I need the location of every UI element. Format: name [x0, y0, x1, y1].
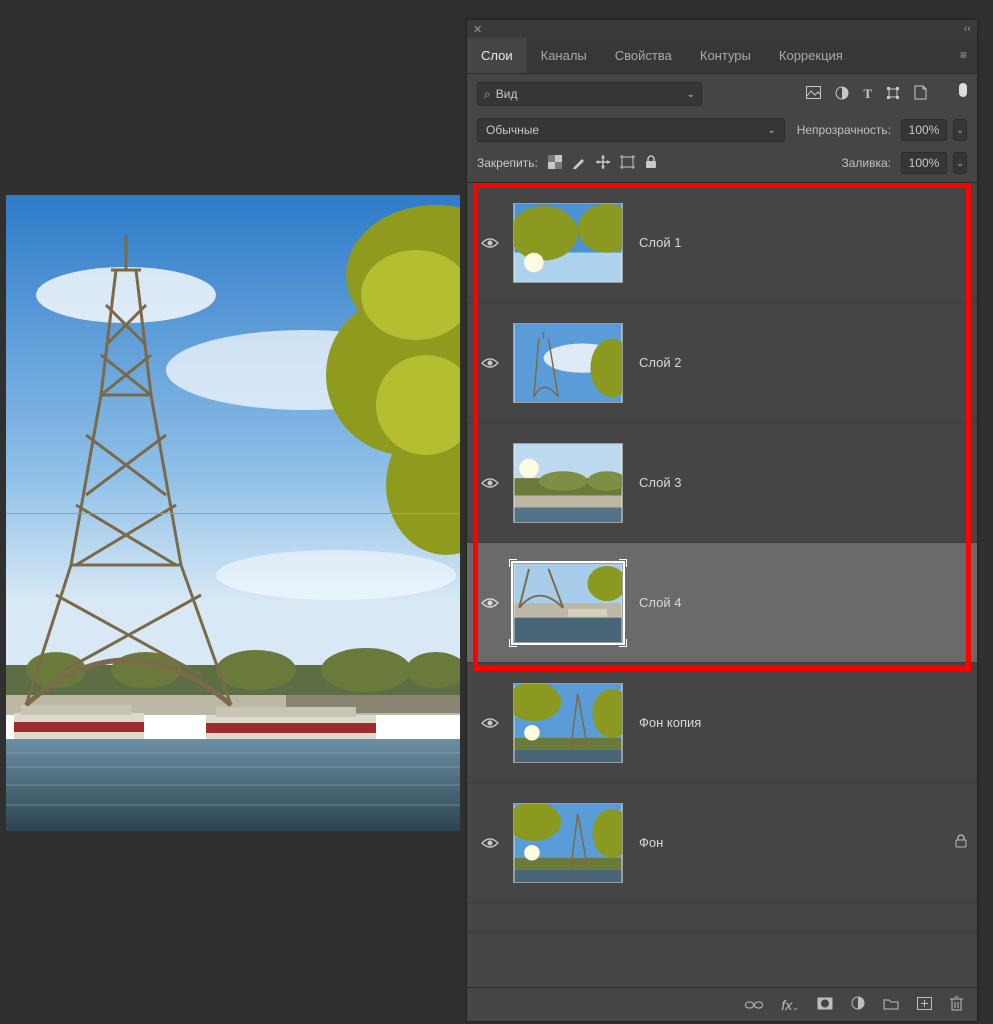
visibility-toggle[interactable] — [477, 230, 503, 256]
blend-mode-value: Обычные — [486, 123, 539, 137]
visibility-toggle[interactable] — [477, 350, 503, 376]
filter-toggle[interactable] — [959, 83, 967, 97]
add-mask-icon[interactable] — [817, 997, 833, 1013]
opacity-label: Непрозрачность: — [791, 123, 895, 137]
tab-adjustments[interactable]: Коррекция — [765, 38, 857, 73]
layer-list: Слой 1 Слой 2 Слой 3 — [467, 182, 977, 987]
layer-thumbnail[interactable] — [513, 323, 623, 403]
lock-transparency-icon[interactable] — [548, 155, 562, 172]
layers-panel: ✕ ‹‹ Слои Каналы Свойства Контуры Коррек… — [467, 20, 977, 1021]
fill-dropdown[interactable]: ⌄ — [953, 152, 967, 174]
visibility-toggle[interactable] — [477, 710, 503, 736]
filter-type-value: Вид — [496, 87, 518, 101]
layer-row[interactable]: Слой 2 — [467, 303, 977, 423]
adjust-filter-icon[interactable] — [835, 86, 849, 103]
chevron-down-icon: ⌄ — [687, 89, 695, 100]
layer-thumbnail[interactable] — [513, 803, 623, 883]
layer-row[interactable]: Фон копия — [467, 663, 977, 783]
opacity-value[interactable]: 100% — [901, 119, 947, 141]
text-filter-icon[interactable]: T — [863, 86, 872, 102]
visibility-toggle[interactable] — [477, 590, 503, 616]
layer-name: Слой 3 — [639, 475, 681, 490]
delete-layer-icon[interactable] — [950, 996, 963, 1014]
lock-artboard-icon[interactable] — [620, 155, 635, 172]
filter-type-select[interactable]: ⌕ Вид ⌄ — [477, 82, 702, 106]
search-icon: ⌕ — [484, 87, 491, 102]
close-icon[interactable]: ✕ — [473, 23, 482, 36]
layer-name: Фон — [639, 835, 663, 850]
panel-bottom-bar: fx⌄ — [467, 987, 977, 1021]
smart-filter-icon[interactable] — [914, 85, 927, 103]
guide-line — [6, 513, 460, 514]
panel-tabs: Слои Каналы Свойства Контуры Коррекция ≡ — [467, 38, 977, 74]
tab-paths[interactable]: Контуры — [686, 38, 765, 73]
lock-label: Закрепить: — [477, 156, 538, 170]
new-layer-icon[interactable] — [917, 997, 932, 1013]
empty-row — [467, 903, 977, 933]
layer-row[interactable]: Слой 3 — [467, 423, 977, 543]
opacity-dropdown[interactable]: ⌄ — [953, 119, 967, 141]
layer-row-selected[interactable]: Слой 4 — [467, 543, 977, 663]
chevron-down-icon: ⌄ — [767, 125, 775, 136]
new-group-icon[interactable] — [883, 997, 899, 1013]
panel-menu-icon[interactable]: ≡ — [950, 38, 977, 73]
layer-name: Слой 1 — [639, 235, 681, 250]
layer-thumbnail[interactable] — [513, 563, 623, 643]
layer-thumbnail[interactable] — [513, 203, 623, 283]
layer-row[interactable]: Слой 1 — [467, 183, 977, 303]
blend-mode-select[interactable]: Обычные ⌄ — [477, 118, 785, 142]
tab-layers[interactable]: Слои — [467, 38, 527, 73]
canvas-image[interactable] — [6, 195, 460, 831]
visibility-toggle[interactable] — [477, 830, 503, 856]
link-layers-icon[interactable] — [745, 997, 763, 1013]
layer-name: Фон копия — [639, 715, 701, 730]
lock-row: Закрепить: Заливка: 100% ⌄ — [467, 148, 977, 182]
lock-position-icon[interactable] — [596, 155, 610, 172]
image-filter-icon[interactable] — [806, 86, 821, 102]
panel-topbar: ✕ ‹‹ — [467, 20, 977, 38]
layer-name: Слой 2 — [639, 355, 681, 370]
blend-row: Обычные ⌄ Непрозрачность: 100% ⌄ — [467, 114, 977, 148]
filter-row: ⌕ Вид ⌄ T — [467, 74, 977, 114]
lock-pixels-icon[interactable] — [572, 155, 586, 172]
lock-icon — [955, 834, 967, 851]
adjustment-layer-icon[interactable] — [851, 996, 865, 1013]
fill-value[interactable]: 100% — [901, 152, 947, 174]
collapse-icon[interactable]: ‹‹ — [964, 23, 971, 35]
fill-label: Заливка: — [835, 156, 895, 170]
layer-row[interactable]: Фон — [467, 783, 977, 903]
shape-filter-icon[interactable] — [886, 86, 900, 103]
tab-properties[interactable]: Свойства — [601, 38, 686, 73]
tab-channels[interactable]: Каналы — [527, 38, 601, 73]
layer-effects-icon[interactable]: fx⌄ — [781, 997, 799, 1013]
layer-thumbnail[interactable] — [513, 683, 623, 763]
layer-name: Слой 4 — [639, 595, 681, 610]
lock-all-icon[interactable] — [645, 155, 657, 172]
layer-thumbnail[interactable] — [513, 443, 623, 523]
visibility-toggle[interactable] — [477, 470, 503, 496]
